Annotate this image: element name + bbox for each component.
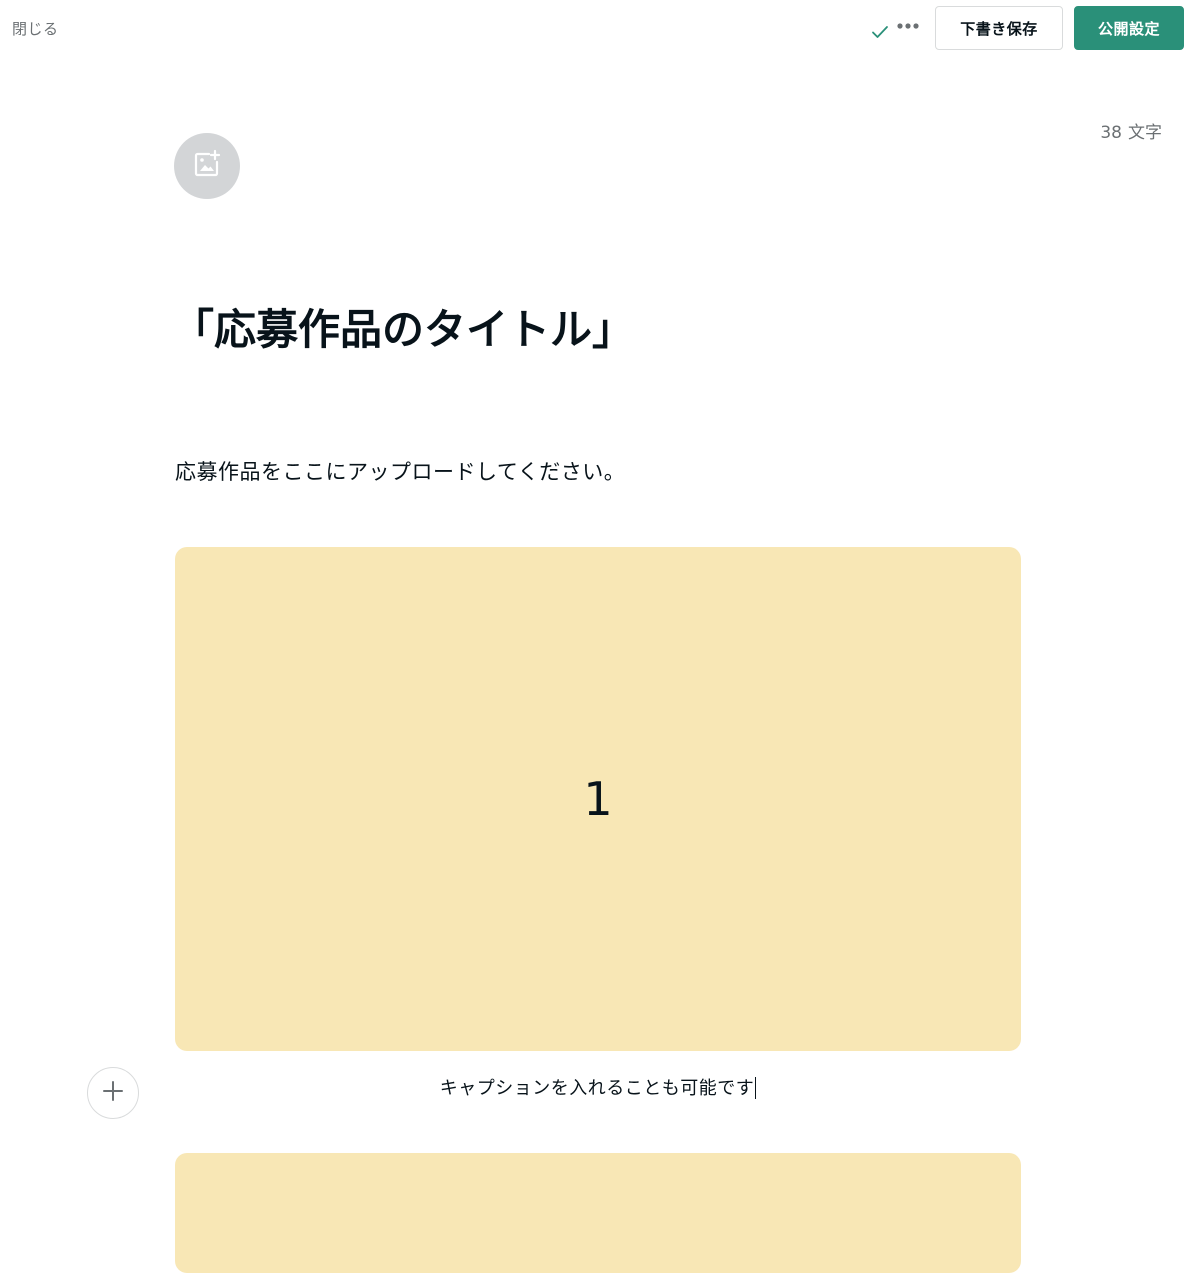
- image-caption-input[interactable]: キャプションを入れることも可能です: [175, 1074, 1021, 1100]
- char-count: 38 文字: [1080, 118, 1162, 143]
- publish-settings-button[interactable]: 公開設定: [1074, 6, 1184, 50]
- plus-icon: [101, 1079, 125, 1107]
- image-caption-text: キャプションを入れることも可能です: [439, 1078, 755, 1099]
- char-count-value: 38: [1100, 123, 1122, 143]
- body-paragraph[interactable]: 応募作品をここにアップロードしてください。: [175, 456, 625, 488]
- image-block[interactable]: [175, 1153, 1021, 1273]
- draft-save-button[interactable]: 下書き保存: [935, 6, 1063, 50]
- close-button[interactable]: 閉じる: [12, 18, 59, 39]
- more-dots-icon[interactable]: [895, 18, 921, 32]
- check-icon: [870, 22, 890, 42]
- top-bar: 閉じる 下書き保存 公開設定: [0, 0, 1200, 60]
- add-image-icon: [191, 148, 223, 184]
- char-count-unit: 文字: [1128, 123, 1162, 143]
- add-header-image-button[interactable]: [174, 133, 240, 199]
- text-cursor: [755, 1077, 757, 1099]
- article-title[interactable]: 「応募作品のタイトル」: [172, 300, 634, 360]
- image-label: 1: [583, 772, 613, 826]
- insert-block-button[interactable]: [87, 1067, 139, 1119]
- image-block[interactable]: 1: [175, 547, 1021, 1051]
